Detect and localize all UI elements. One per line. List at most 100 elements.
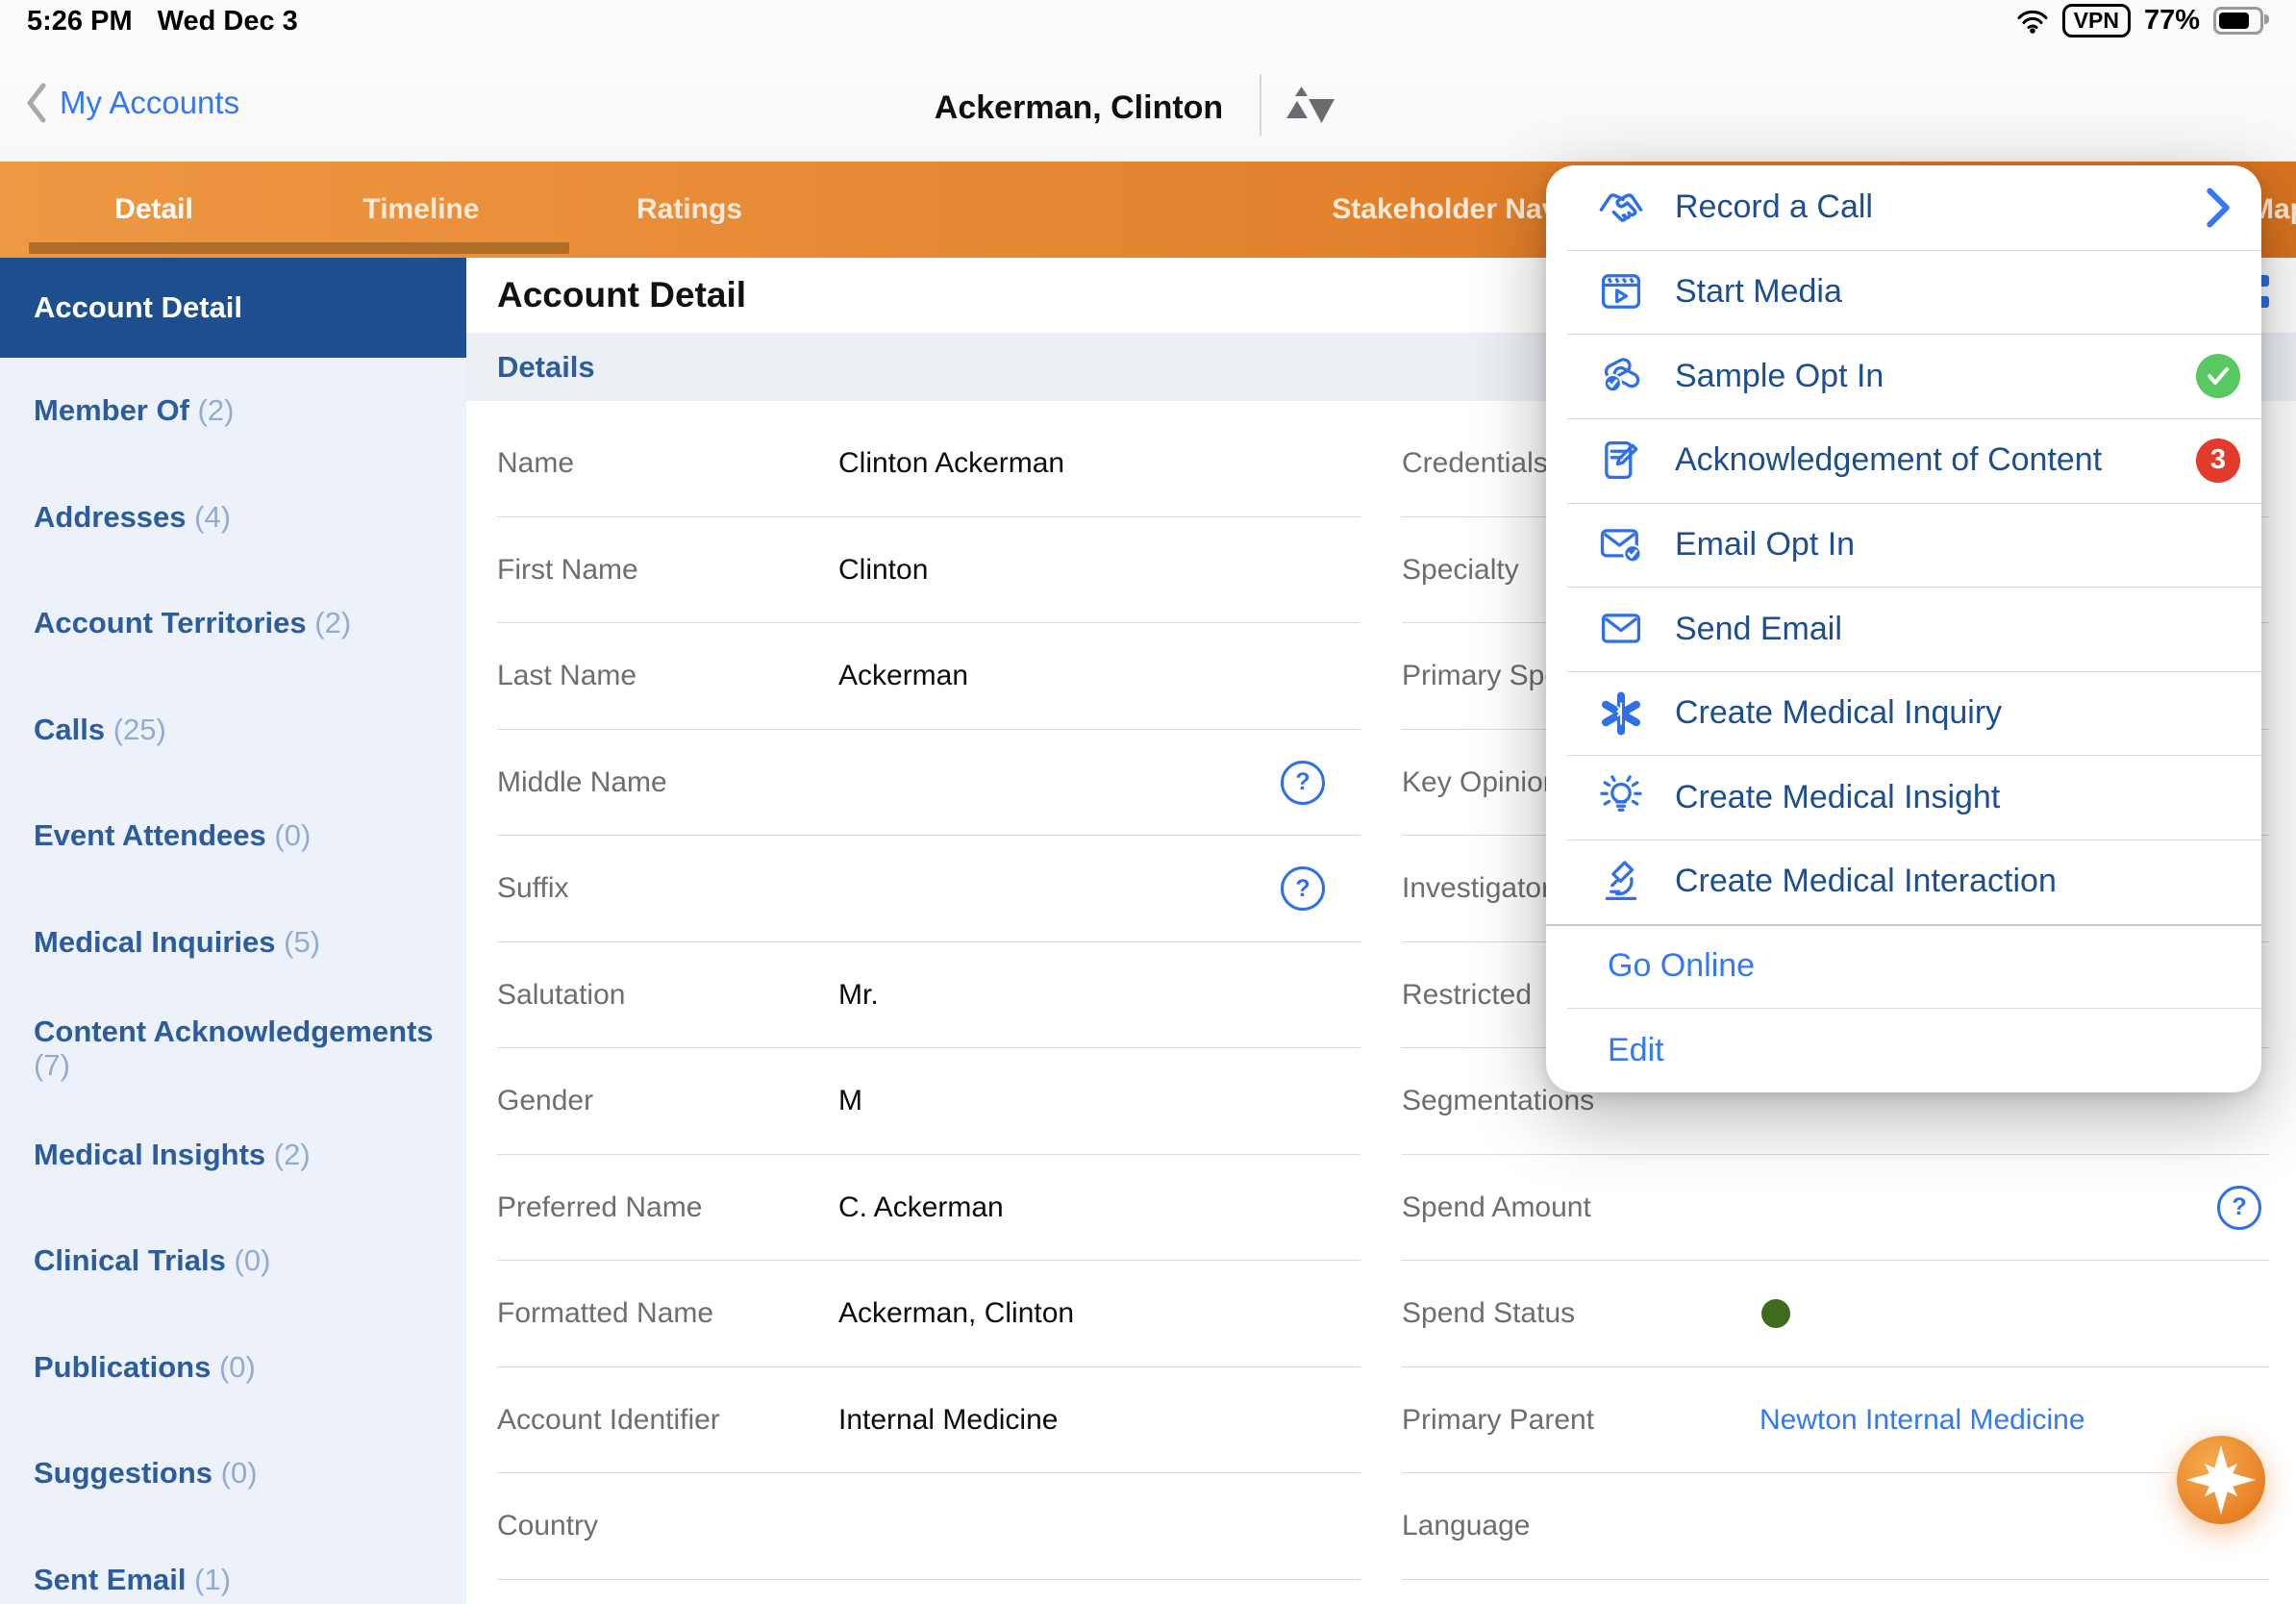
sidebar-item[interactable]: Calls 25 xyxy=(0,677,466,784)
menu-item-send-email[interactable]: Send Email xyxy=(1546,587,2261,671)
field-label: Specialty xyxy=(1402,554,1519,587)
field-label: Formatted Name xyxy=(497,1297,713,1330)
field-label: Suffix xyxy=(497,872,569,905)
sidebar-item-label: Medical Inquiries xyxy=(34,925,276,959)
nav-bar: My Accounts Ackerman, Clinton xyxy=(0,43,2296,162)
active-tab-underline xyxy=(29,242,569,254)
sidebar-item-count: 0 xyxy=(235,1243,271,1277)
field-label: First Name xyxy=(497,554,638,587)
sidebar-item[interactable]: Event Attendees 0 xyxy=(0,783,466,890)
field-label: Spend Status xyxy=(1402,1297,1575,1330)
field-label: Language xyxy=(1402,1510,1530,1542)
related-list-sidebar: Account Detail Member Of 2 Addresses 4 A… xyxy=(0,258,466,1604)
media-icon xyxy=(1596,266,1646,316)
menu-item-email-opt-in[interactable]: Email Opt In xyxy=(1546,503,2261,588)
battery-icon xyxy=(2213,7,2263,35)
sidebar-item-count: 2 xyxy=(274,1138,311,1171)
menu-item-create-medical-interaction[interactable]: Create Medical Interaction xyxy=(1546,840,2261,924)
field-row: First Name Clinton xyxy=(466,517,1370,624)
sidebar-item[interactable]: Addresses 4 xyxy=(0,464,466,571)
wifi-icon xyxy=(2016,8,2049,34)
menu-item-sample-opt-in[interactable]: Sample Opt In xyxy=(1546,334,2261,418)
sidebar-item[interactable]: Content Acknowledgements 7 xyxy=(0,995,466,1102)
sidebar-item-count: 25 xyxy=(113,713,166,746)
field-label: Middle Name xyxy=(497,766,667,799)
menu-item-label: Sample Opt In xyxy=(1675,358,1884,395)
date: Wed Dec 3 xyxy=(158,6,298,37)
section-title: Account Detail xyxy=(497,275,746,315)
menu-item-acknowledgement-of-content[interactable]: Acknowledgement of Content 3 xyxy=(1546,418,2261,503)
help-icon[interactable]: ? xyxy=(2217,1186,2261,1230)
field-label: Salutation xyxy=(497,979,625,1012)
menu-item-label: Create Medical Interaction xyxy=(1675,863,2057,900)
field-value: Clinton Ackerman xyxy=(838,447,1064,480)
lightbulb-icon xyxy=(1596,772,1646,822)
sidebar-item[interactable]: Publications 0 xyxy=(0,1315,466,1421)
status-bar: 5:26 PM Wed Dec 3 VPN 77% xyxy=(0,0,2296,43)
field-label: Account Identifier xyxy=(497,1404,720,1437)
field-value: C. Ackerman xyxy=(838,1191,1004,1224)
star-of-life-icon xyxy=(1596,689,1646,739)
details-section-label: Details xyxy=(497,350,595,385)
menu-item-start-media[interactable]: Start Media xyxy=(1546,250,2261,335)
field-row: Preferred Name C. Ackerman xyxy=(466,1155,1370,1262)
menu-item-create-medical-insight[interactable]: Create Medical Insight xyxy=(1546,755,2261,840)
field-label: Credentials xyxy=(1402,447,1548,480)
page-title: Ackerman, Clinton xyxy=(935,89,1223,127)
menu-item-go-online[interactable]: Go Online xyxy=(1546,924,2261,1009)
sort-hierarchy-icon[interactable] xyxy=(1283,84,1336,126)
fields-left-column: Name Clinton Ackerman First Name Clinton… xyxy=(466,411,1370,1580)
field-value: Ackerman, Clinton xyxy=(838,1297,1074,1330)
sidebar-item[interactable]: Clinical Trials 0 xyxy=(0,1208,466,1315)
field-label: Primary Parent xyxy=(1402,1404,1594,1437)
field-row: Country xyxy=(466,1473,1370,1580)
field-value: Mr. xyxy=(838,979,879,1012)
envelope-icon xyxy=(1596,604,1646,654)
field-value[interactable]: Newton Internal Medicine xyxy=(1759,1404,2085,1437)
menu-item-label: Record a Call xyxy=(1675,188,1873,226)
field-row: Middle Name ? xyxy=(466,730,1370,837)
field-row: Formatted Name Ackerman, Clinton xyxy=(466,1261,1370,1367)
sidebar-item-count: 2 xyxy=(198,393,235,427)
field-value: Internal Medicine xyxy=(838,1404,1058,1437)
field-label: Name xyxy=(497,447,574,480)
clipboard-pencil-icon xyxy=(1596,436,1646,486)
sidebar-item-count: 0 xyxy=(221,1456,258,1490)
field-value: M xyxy=(838,1085,862,1117)
sidebar-item[interactable]: Suggestions 0 xyxy=(0,1420,466,1527)
field-row: Salutation Mr. xyxy=(466,942,1370,1049)
help-icon[interactable]: ? xyxy=(1281,761,1325,805)
menu-item-edit[interactable]: Edit xyxy=(1546,1008,2261,1092)
menu-item-label: Create Medical Inquiry xyxy=(1675,694,2002,732)
back-chevron-icon xyxy=(23,80,48,126)
field-label: Preferred Name xyxy=(497,1191,702,1224)
menu-item-label: Create Medical Insight xyxy=(1675,779,2000,816)
sidebar-item[interactable]: Account Territories 2 xyxy=(0,570,466,677)
sidebar-item-label: Clinical Trials xyxy=(34,1243,226,1277)
back-button[interactable]: My Accounts xyxy=(23,80,239,126)
help-icon[interactable]: ? xyxy=(1281,866,1325,911)
sidebar-item-count: 2 xyxy=(314,606,351,639)
compass-fab-button[interactable] xyxy=(2177,1436,2265,1524)
field-value: Clinton xyxy=(838,554,928,587)
menu-item-record-a-call[interactable]: Record a Call xyxy=(1546,165,2261,250)
title-divider xyxy=(1260,74,1261,136)
field-label: Country xyxy=(497,1510,598,1542)
handshake-icon xyxy=(1596,183,1646,233)
menu-item-create-medical-inquiry[interactable]: Create Medical Inquiry xyxy=(1546,671,2261,756)
field-row: Suffix ? xyxy=(466,836,1370,942)
app-screen: 5:26 PM Wed Dec 3 VPN 77% My Accounts xyxy=(0,0,2296,1604)
sidebar-item[interactable]: Member Of 2 xyxy=(0,358,466,464)
sidebar-item-account-detail[interactable]: Account Detail xyxy=(0,258,466,358)
sidebar-item[interactable]: Medical Inquiries 5 xyxy=(0,890,466,996)
sidebar-item[interactable]: Sent Email 1 xyxy=(0,1527,466,1604)
menu-item-label: Email Opt In xyxy=(1675,526,1855,564)
battery-percent: 77% xyxy=(2144,5,2200,37)
sidebar-item[interactable]: Medical Insights 2 xyxy=(0,1102,466,1209)
tab-ratings[interactable]: Ratings xyxy=(636,162,742,258)
field-row: Language xyxy=(1402,1473,2269,1580)
sidebar-item-label: Content Acknowledgements xyxy=(34,1015,434,1048)
sidebar-item-label: Account Territories xyxy=(34,606,307,639)
spend-status-dot xyxy=(1761,1299,1790,1328)
status-time-date: 5:26 PM Wed Dec 3 xyxy=(27,6,298,38)
